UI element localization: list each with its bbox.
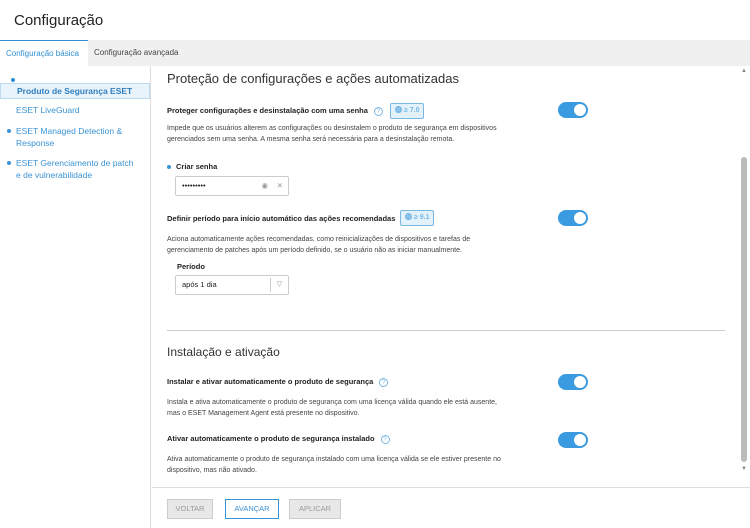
sidebar-item-label: ESET Gerenciamento de patch e de vulnera… [16,158,134,180]
auto-actions-toggle[interactable] [558,210,588,226]
version-badge: ⓮ ≥ 9.1 [400,210,435,226]
required-dot-icon [167,165,171,170]
item-description: Impede que os usuários alterem as config… [167,125,497,143]
eye-icon[interactable]: ◉ [261,177,268,195]
sidebar: Produto de Segurança ESET ESET LiveGuard… [0,66,151,528]
clear-icon[interactable]: ✕ [277,177,283,195]
password-protection-toggle[interactable] [558,102,588,118]
scroll-up-icon[interactable]: ▲ [741,68,747,74]
help-icon[interactable]: ? [373,106,383,116]
apply-button[interactable]: APLICAR [289,499,341,519]
dot-icon [7,161,11,165]
password-input[interactable]: ••••••••• ◉ ✕ [175,176,289,196]
tab-label: Configuração básica [6,49,79,58]
section-heading: Proteção de configurações e ações automa… [167,71,459,86]
item-label: Ativar automaticamente o produto de segu… [167,434,390,444]
help-icon[interactable]: ? [379,377,389,387]
sidebar-item-patch[interactable]: ESET Gerenciamento de patch e de vulnera… [0,157,140,181]
tab-advanced-config[interactable]: Configuração avançada [88,40,185,66]
help-icon[interactable]: ? [380,434,390,444]
item-label: Definir período para início automático d… [167,214,396,223]
auto-activate-toggle[interactable] [558,432,588,448]
field-label: Criar senha [167,162,217,171]
auto-install-toggle[interactable] [558,374,588,390]
item-label: Instalar e ativar automaticamente o prod… [167,377,389,387]
version-badge: ⓮ ≥ 7.0 [390,103,425,119]
item-description: Aciona automaticamente ações recomendada… [167,236,471,254]
dot-icon [7,129,11,133]
section-heading: Instalação e ativação [167,345,280,359]
tab-basic-config[interactable]: Configuração básica [0,40,88,82]
scrollbar-thumb[interactable] [741,157,747,462]
tab-bar: Configuração básica Configuração avançad… [0,40,750,82]
sidebar-item-liveguard[interactable]: ESET LiveGuard [0,104,150,116]
scroll-down-icon[interactable]: ▼ [741,466,747,472]
item-description: Instala e ativa automaticamente o produt… [167,399,497,417]
sidebar-item-mdr[interactable]: ESET Managed Detection & Response [0,125,140,149]
settings-content: Proteção de configurações e ações automa… [152,66,738,476]
item-description: Ativa automaticamente o produto de segur… [167,456,501,474]
next-button[interactable]: AVANÇAR [225,499,279,519]
page-title: Configuração [14,12,104,29]
field-label: Período [177,262,205,271]
sidebar-item-label: ESET Managed Detection & Response [16,126,123,148]
back-button[interactable]: VOLTAR [167,499,213,519]
sidebar-item-security-product[interactable]: Produto de Segurança ESET [0,83,150,99]
divider [167,330,725,331]
chevron-down-icon[interactable]: ▽ [270,278,288,292]
period-select[interactable]: após 1 dia ▽ [175,275,289,295]
item-label: Proteger configurações e desinstalação c… [167,106,383,116]
